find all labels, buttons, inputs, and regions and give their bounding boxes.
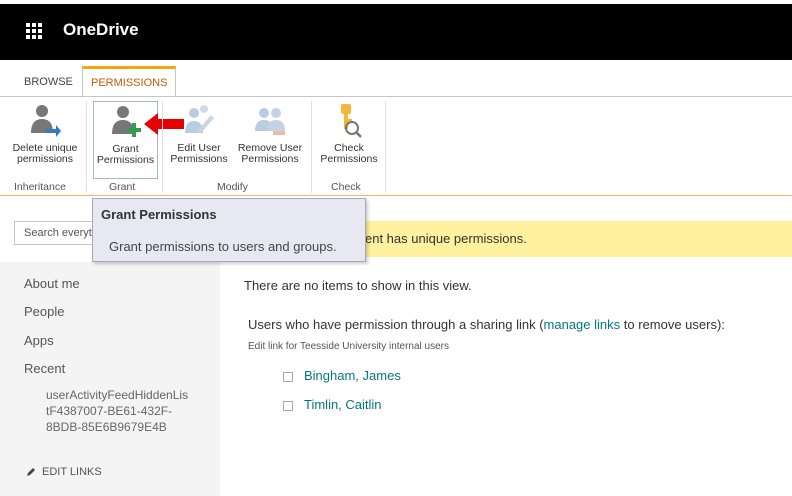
empty-view-message: There are no items to show in this view. <box>244 278 472 293</box>
nav-item-apps[interactable]: Apps <box>24 333 54 348</box>
tooltip-description: Grant permissions to users and groups. <box>109 239 337 254</box>
group-label-check: Check <box>331 181 361 193</box>
nav-item-recent[interactable]: Recent <box>24 361 65 376</box>
tab-browse[interactable]: BROWSE <box>16 68 81 97</box>
check-permissions-icon <box>332 103 366 139</box>
tooltip-title: Grant Permissions <box>101 207 217 222</box>
remove-user-permissions-button[interactable]: Remove User Permissions <box>233 101 307 165</box>
grant-permissions-tooltip: Grant Permissions Grant permissions to u… <box>92 198 366 262</box>
user-checkbox[interactable] <box>283 371 293 382</box>
group-label-grant: Grant <box>109 181 136 193</box>
left-navigation <box>0 262 220 496</box>
user-name[interactable]: Bingham, James <box>304 368 401 383</box>
delete-permissions-icon <box>28 103 62 139</box>
user-checkbox[interactable] <box>283 400 293 411</box>
check-permissions-button[interactable]: Check Permissions <box>316 101 382 165</box>
ribbon-separator <box>86 101 87 193</box>
manage-links-link[interactable]: manage links <box>544 317 621 332</box>
edit-user-icon <box>182 103 216 139</box>
group-label-modify: Modify <box>217 181 248 193</box>
group-label-inheritance: Inheritance <box>14 181 66 193</box>
ribbon-separator <box>385 101 386 193</box>
ribbon-separator <box>162 101 163 193</box>
ribbon-tabs: BROWSE PERMISSIONS <box>0 60 792 97</box>
user-row[interactable]: Bingham, James <box>283 368 401 383</box>
edit-link-note: Edit link for Teesside University intern… <box>248 341 450 352</box>
app-title[interactable]: OneDrive <box>63 20 139 40</box>
user-name[interactable]: Timlin, Caitlin <box>304 397 382 412</box>
nav-item-people[interactable]: People <box>24 304 64 319</box>
edit-user-permissions-button[interactable]: Edit User Permissions <box>166 101 232 165</box>
ribbon-separator <box>311 101 312 193</box>
user-row[interactable]: Timlin, Caitlin <box>283 397 382 412</box>
delete-unique-permissions-button[interactable]: Delete unique permissions <box>6 101 84 165</box>
grant-permissions-icon <box>109 104 143 140</box>
nav-item-about-me[interactable]: About me <box>24 276 80 291</box>
suite-bar: OneDrive <box>0 0 792 60</box>
tab-permissions[interactable]: PERMISSIONS <box>82 66 177 97</box>
banner-text: ent has unique permissions. <box>365 231 527 246</box>
ribbon: Delete unique permissions Grant Permissi… <box>0 96 792 196</box>
edit-links-button[interactable]: EDIT LINKS <box>26 466 102 478</box>
sharing-link-description: Users who have permission through a shar… <box>248 317 725 332</box>
app-launcher-icon[interactable] <box>26 23 42 39</box>
nav-item-recent-list[interactable]: userActivityFeedHiddenLis tF4387007-BE61… <box>46 387 216 435</box>
pencil-icon <box>27 468 35 477</box>
remove-user-icon <box>253 103 287 139</box>
